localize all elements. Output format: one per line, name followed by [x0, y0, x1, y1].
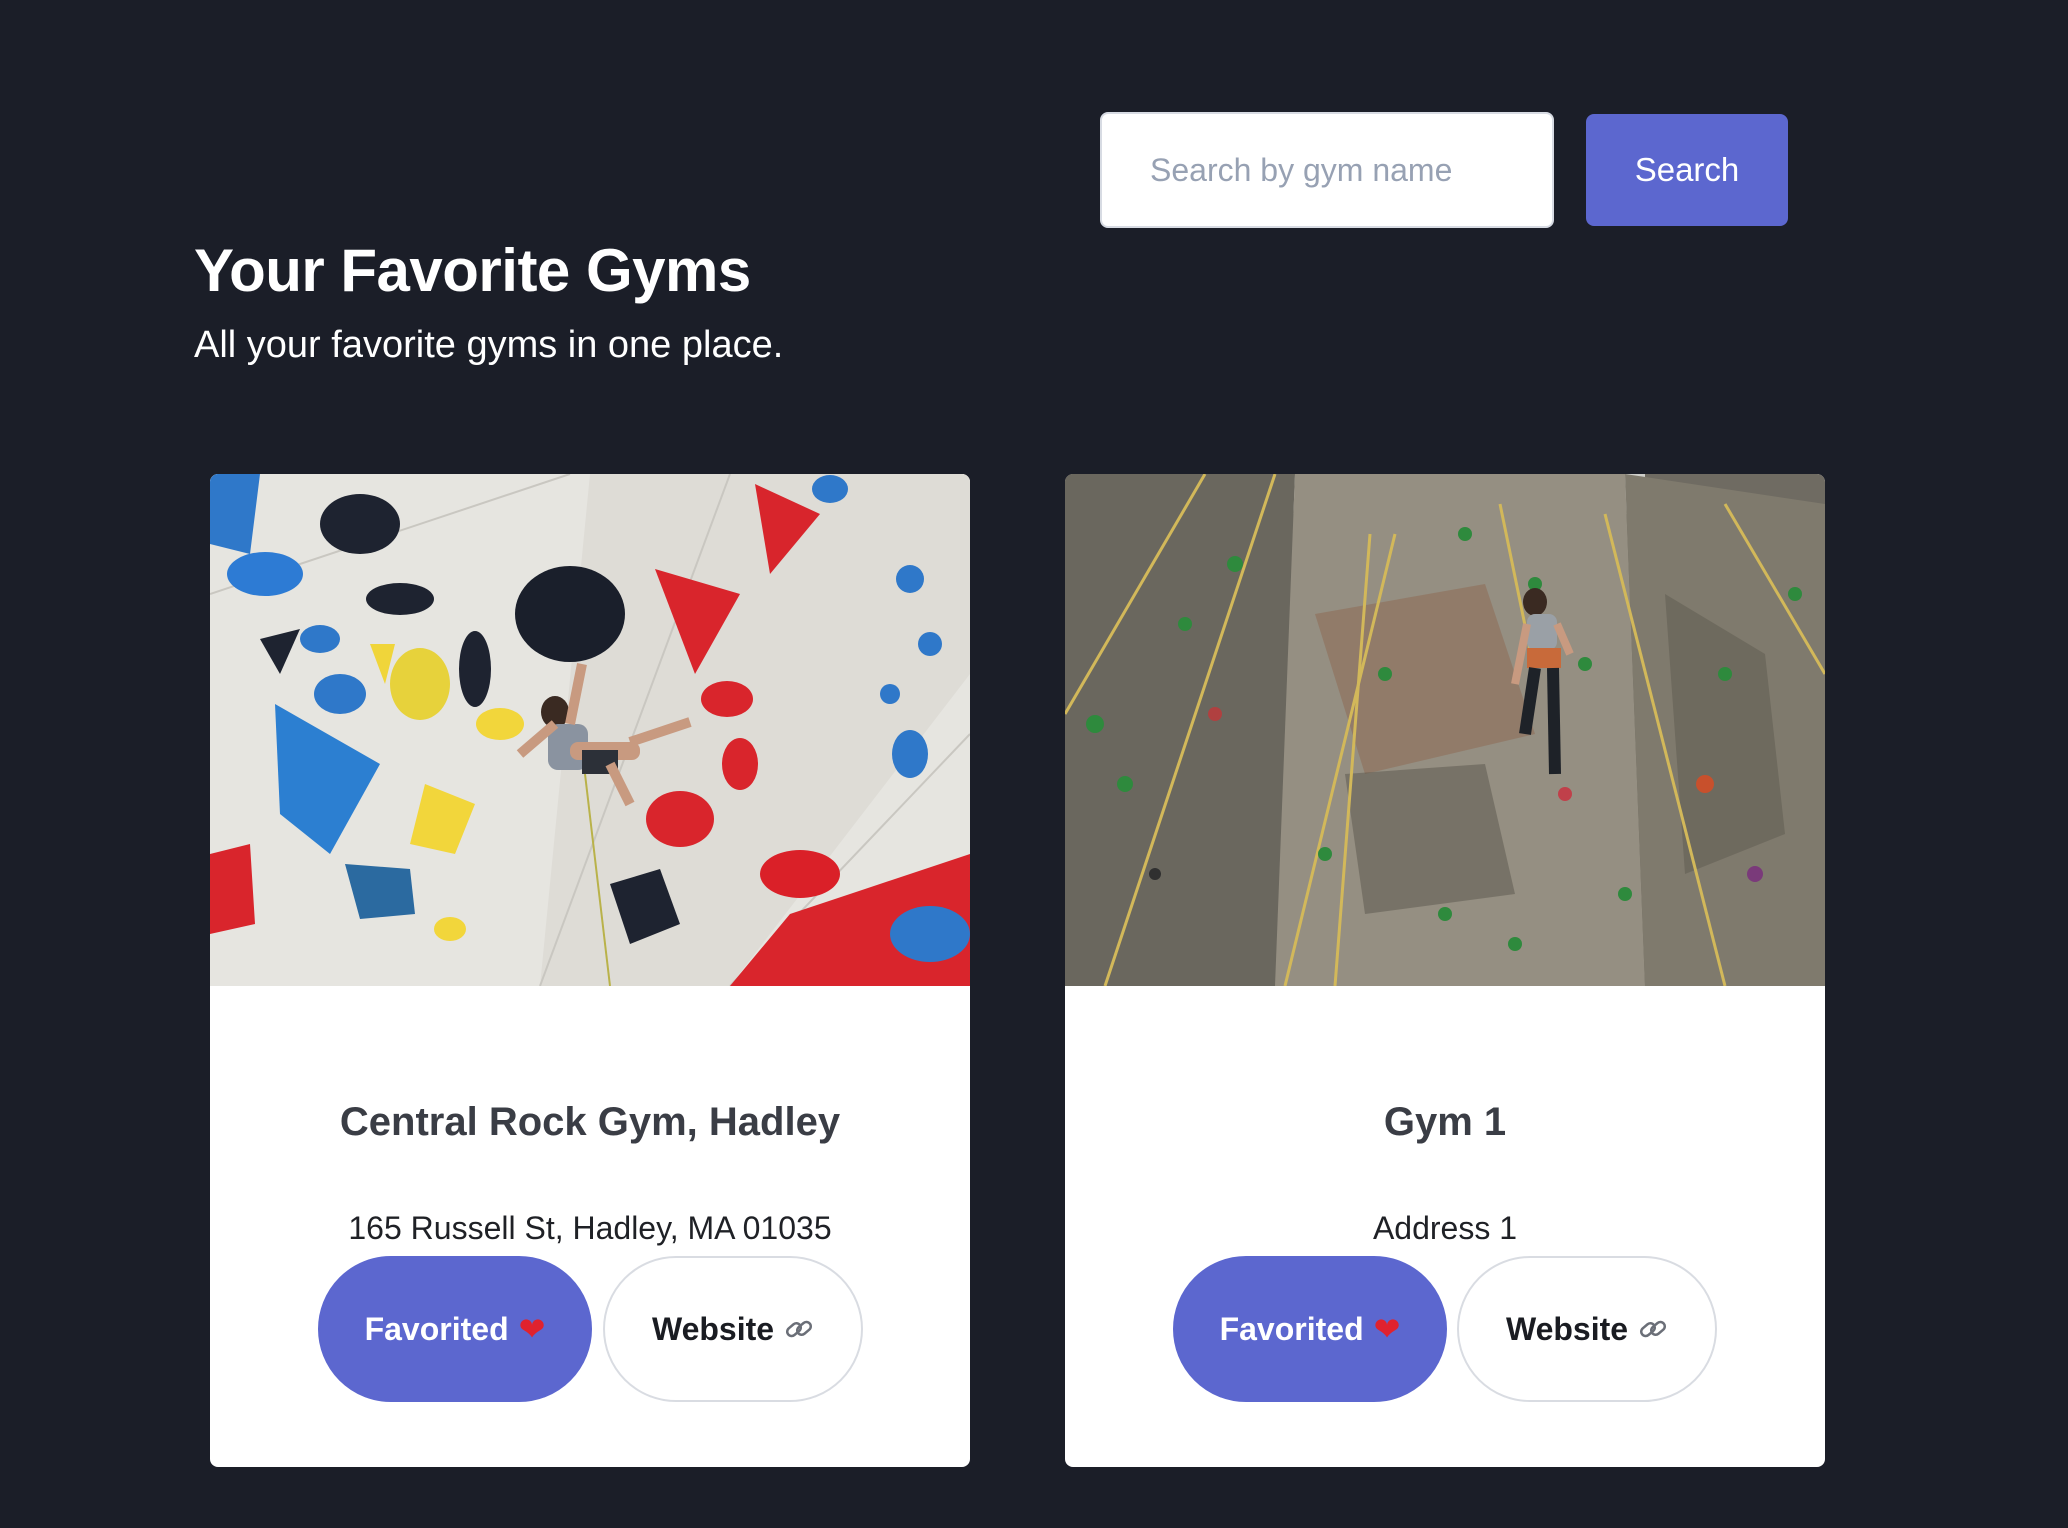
favorited-label: Favorited — [364, 1310, 509, 1347]
gym-name: Gym 1 — [1383, 1100, 1507, 1144]
link-icon — [1640, 1320, 1667, 1338]
gym-address: 165 Russell St, Hadley, MA 01035 — [348, 1210, 832, 1246]
gym-card: Central Rock Gym, Hadley 165 Russell St,… — [210, 474, 970, 1467]
gym-image — [1065, 474, 1825, 986]
favorited-button[interactable]: Favorited ❤ — [1173, 1256, 1447, 1402]
heart-icon: ❤ — [1373, 1310, 1401, 1348]
page-title: Your Favorite Gyms — [194, 237, 751, 304]
website-label: Website — [651, 1310, 775, 1347]
website-button[interactable]: Website — [603, 1256, 863, 1402]
website-button[interactable]: Website — [1457, 1256, 1717, 1402]
gym-card: Gym 1 Address 1 Favorited ❤ Website — [1065, 474, 1825, 1467]
heart-icon: ❤ — [518, 1310, 546, 1348]
page-subtitle: All your favorite gyms in one place. — [194, 324, 784, 366]
favorited-button[interactable]: Favorited ❤ — [318, 1256, 592, 1402]
website-label: Website — [1505, 1310, 1629, 1347]
search-button[interactable]: Search — [1586, 114, 1788, 226]
favorited-label: Favorited — [1219, 1310, 1364, 1347]
gym-name: Central Rock Gym, Hadley — [339, 1100, 841, 1144]
search-input[interactable] — [1100, 112, 1554, 228]
gym-image — [210, 474, 970, 986]
link-icon — [786, 1320, 813, 1338]
gym-address: Address 1 — [1372, 1210, 1518, 1246]
